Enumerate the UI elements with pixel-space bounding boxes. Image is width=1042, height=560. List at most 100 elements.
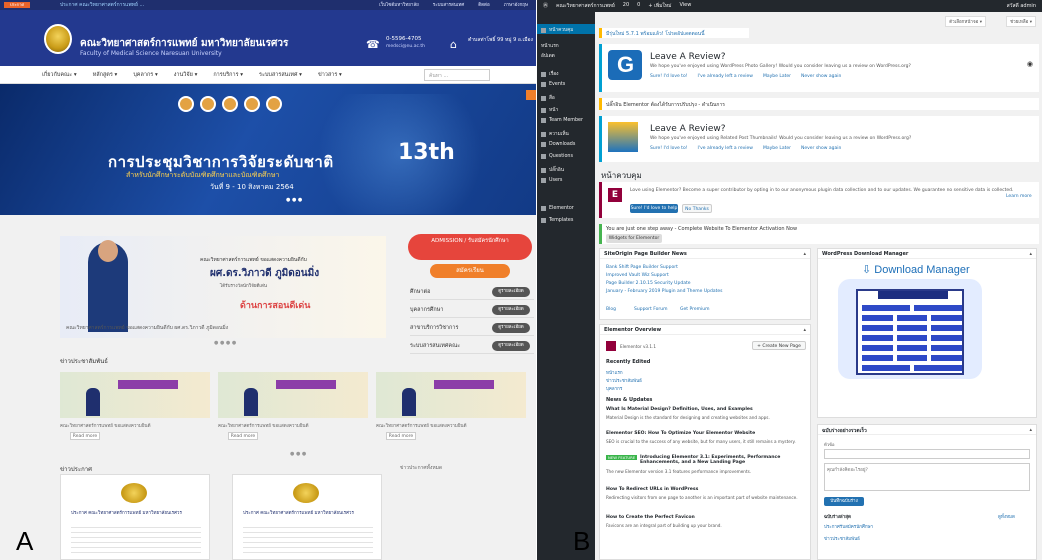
card-caption[interactable]: คณะวิทยาศาสตร์การแพทย์ ขอแสดงความยินดี bbox=[376, 422, 526, 429]
card-caption[interactable]: คณะวิทยาศาสตร์การแพทย์ ขอแสดงความยินดี bbox=[60, 422, 210, 429]
user-greeting[interactable]: สวัสดี admin bbox=[1007, 2, 1036, 10]
new-content-button[interactable]: + เพิ่มใหม่ bbox=[648, 2, 671, 10]
news-card[interactable] bbox=[60, 372, 210, 418]
slider-dots[interactable]: ● ● ● bbox=[290, 451, 306, 457]
review-link[interactable]: Sure! I'd love to! bbox=[650, 74, 688, 79]
read-more-button[interactable]: Read more bbox=[386, 432, 416, 440]
sidebar-item[interactable]: Users bbox=[541, 178, 562, 183]
sidebar-item[interactable]: Events bbox=[541, 82, 565, 87]
search-input[interactable]: ค้นหา ... bbox=[424, 69, 490, 81]
news-article-title[interactable]: What Is Material Design? Definition, Use… bbox=[606, 407, 753, 412]
news-article-title[interactable]: How to Create the Perfect Favicon bbox=[606, 515, 695, 520]
quick-link-row[interactable]: บุคลากรศึกษา ดูรายละเอียด bbox=[410, 302, 534, 318]
footer-link[interactable]: Get Premium bbox=[680, 307, 709, 312]
collapse-icon[interactable]: ▴ bbox=[803, 251, 806, 257]
review-link[interactable]: Maybe Later bbox=[763, 74, 791, 79]
wordpress-icon[interactable]: Ⓦ bbox=[543, 2, 548, 10]
sidebar-item[interactable]: Elementor bbox=[541, 206, 574, 211]
sidebar-item[interactable]: สื่อ bbox=[541, 94, 555, 102]
read-more-button[interactable]: Read more bbox=[228, 432, 258, 440]
draft-title-input[interactable] bbox=[824, 449, 1030, 459]
footer-link[interactable]: Support Forum bbox=[634, 307, 668, 312]
update-link[interactable]: มีรุ่นใหม่ 5.7.1 พร้อมแล้ว! โปรดอัปเดตตอ… bbox=[606, 30, 705, 38]
nav-item[interactable]: บุคลากร ▾ bbox=[133, 71, 157, 79]
news-link[interactable]: Page Builder 2.10.15 Security Update bbox=[606, 281, 690, 286]
top-link[interactable]: ติดต่อ bbox=[478, 1, 489, 8]
apply-button[interactable]: สมัครเรียน bbox=[430, 264, 510, 278]
screen-options-button[interactable]: ตัวเลือกหน้าจอ ▾ bbox=[945, 16, 986, 27]
slider-dots[interactable]: ● ● ● ● bbox=[214, 340, 236, 346]
sidebar-item[interactable]: ความเห็น bbox=[541, 130, 569, 138]
quick-link-row[interactable]: ระบบสารสนเทศคณะ ดูรายละเอียด bbox=[410, 338, 534, 354]
recent-link[interactable]: บุคลากร bbox=[606, 385, 622, 392]
nav-item[interactable]: ระบบสารสนเทศ ▾ bbox=[259, 71, 302, 79]
card-caption[interactable]: คณะวิทยาศาสตร์การแพทย์ ขอแสดงความยินดี bbox=[218, 422, 368, 429]
top-link[interactable]: ระบบสารสนเทศ bbox=[433, 1, 464, 8]
view-all-link[interactable]: ข่าวประกาศทั้งหมด bbox=[400, 464, 442, 472]
top-link[interactable]: ภาษาอังกฤษ bbox=[504, 1, 528, 8]
read-more-button[interactable]: Read more bbox=[70, 432, 100, 440]
slider-dots[interactable]: ● ● ● bbox=[286, 197, 302, 203]
news-article-title[interactable]: How To Redirect URLs in WordPress bbox=[606, 487, 698, 492]
sidebar-item[interactable]: Team Member bbox=[541, 118, 583, 123]
details-button[interactable]: ดูรายละเอียด bbox=[492, 341, 530, 351]
news-link[interactable]: Bank Shift Page Builder Support bbox=[606, 265, 678, 270]
sidebar-item[interactable]: เรื่อง bbox=[541, 70, 558, 78]
sidebar-item[interactable]: Questions bbox=[541, 154, 573, 159]
details-button[interactable]: ดูรายละเอียด bbox=[492, 305, 530, 315]
nav-item[interactable]: การบริการ ▾ bbox=[213, 71, 243, 79]
dismiss-icon[interactable]: ◉ bbox=[1027, 60, 1033, 68]
draft-content-input[interactable]: คุณกำลังคิดอะไรอยู่? bbox=[824, 463, 1030, 491]
sidebar-item[interactable]: อัปเดต bbox=[541, 52, 555, 60]
draft-link[interactable]: ประกาศรับสมัครนักศึกษา bbox=[824, 523, 873, 530]
collapse-icon[interactable]: ▴ bbox=[803, 327, 806, 333]
details-button[interactable]: ดูรายละเอียด bbox=[492, 287, 530, 297]
activation-text[interactable]: You are just one step away - Complete We… bbox=[606, 226, 797, 232]
university-logo[interactable] bbox=[44, 24, 72, 54]
review-link[interactable]: I've already left a review bbox=[698, 74, 753, 79]
view-all-drafts-link[interactable]: ดูทั้งหมด bbox=[998, 513, 1015, 520]
side-tab[interactable] bbox=[526, 90, 536, 100]
news-card[interactable] bbox=[218, 372, 368, 418]
review-link[interactable]: Sure! I'd love to! bbox=[650, 146, 688, 151]
draft-link[interactable]: ข่าวประชาสัมพันธ์ bbox=[824, 535, 860, 542]
collapse-icon[interactable]: ▴ bbox=[1029, 251, 1032, 257]
review-link[interactable]: Never show again bbox=[801, 74, 841, 79]
comments-count[interactable]: 0 bbox=[637, 2, 640, 10]
review-link[interactable]: Maybe Later bbox=[763, 146, 791, 151]
news-link[interactable]: January - February 2019 Plugin and Theme… bbox=[606, 289, 723, 294]
sidebar-item[interactable]: หน้า bbox=[541, 106, 558, 114]
quick-link-row[interactable]: ศึกษาต่อ ดูรายละเอียด bbox=[410, 284, 534, 300]
news-caption[interactable]: คณะวิทยาศาสตร์การแพทย์ ขอแสดงความยินดีกั… bbox=[66, 324, 228, 332]
news-article-title[interactable]: Elementor SEO: How To Optimize Your Elem… bbox=[606, 431, 755, 436]
create-page-button[interactable]: + Create New Page bbox=[752, 341, 806, 350]
news-article-title[interactable]: Introducing Elementor 3.1: Experiments, … bbox=[640, 455, 805, 465]
details-button[interactable]: ดูรายละเอียด bbox=[492, 323, 530, 333]
optin-yes-button[interactable]: Sure! I'd love to help bbox=[630, 204, 678, 213]
nav-item[interactable]: งานวิจัย ▾ bbox=[174, 71, 198, 79]
site-name[interactable]: คณะวิทยาศาสตร์การแพทย์ bbox=[556, 2, 615, 10]
collapse-icon[interactable]: ▴ bbox=[1029, 427, 1032, 433]
news-link[interactable]: Improved Vault Wiz Support bbox=[606, 273, 669, 278]
sidebar-item[interactable]: Downloads bbox=[541, 142, 575, 147]
view-link[interactable]: View bbox=[679, 2, 691, 10]
review-link[interactable]: Never show again bbox=[801, 146, 841, 151]
updates-count[interactable]: 20 bbox=[623, 2, 629, 10]
recent-link[interactable]: ข่าวประชาสัมพันธ์ bbox=[606, 377, 642, 384]
widgets-button[interactable]: Widgets for Elementor bbox=[606, 234, 662, 243]
site-title[interactable]: คณะวิทยาศาสตร์การแพทย์ มหาวิทยาลัยนเรศวร bbox=[80, 36, 288, 51]
plugin-notice-text[interactable]: ปลั๊กอิน Elementor ต้องได้รับการปรับปรุง… bbox=[606, 101, 725, 109]
help-button[interactable]: ช่วยเหลือ ▾ bbox=[1006, 16, 1036, 27]
top-link[interactable]: เว็บไซต์มหาวิทยาลัย bbox=[379, 1, 419, 8]
recent-link[interactable]: หน้าแรก bbox=[606, 369, 623, 376]
optin-no-button[interactable]: No Thanks bbox=[682, 204, 712, 213]
news-slide[interactable]: คณะวิทยาศาสตร์การแพทย์ ขอแสดงความยินดีกั… bbox=[60, 236, 386, 338]
quick-link-row[interactable]: สาขาบริการวิชาการ ดูรายละเอียด bbox=[410, 320, 534, 336]
sidebar-item-active-label[interactable]: หน้าควบคุม bbox=[541, 26, 573, 34]
footer-link[interactable]: Blog bbox=[606, 307, 616, 312]
sidebar-item[interactable]: Templates bbox=[541, 218, 573, 223]
announcement-document[interactable]: ประกาศ คณะวิทยาศาสตร์การแพทย์ มหาวิทยาลั… bbox=[232, 474, 382, 560]
sidebar-item[interactable]: ปลั๊กอิน bbox=[541, 166, 564, 174]
review-link[interactable]: I've already left a review bbox=[698, 146, 753, 151]
save-draft-button[interactable]: บันทึกฉบับร่าง bbox=[824, 497, 864, 506]
